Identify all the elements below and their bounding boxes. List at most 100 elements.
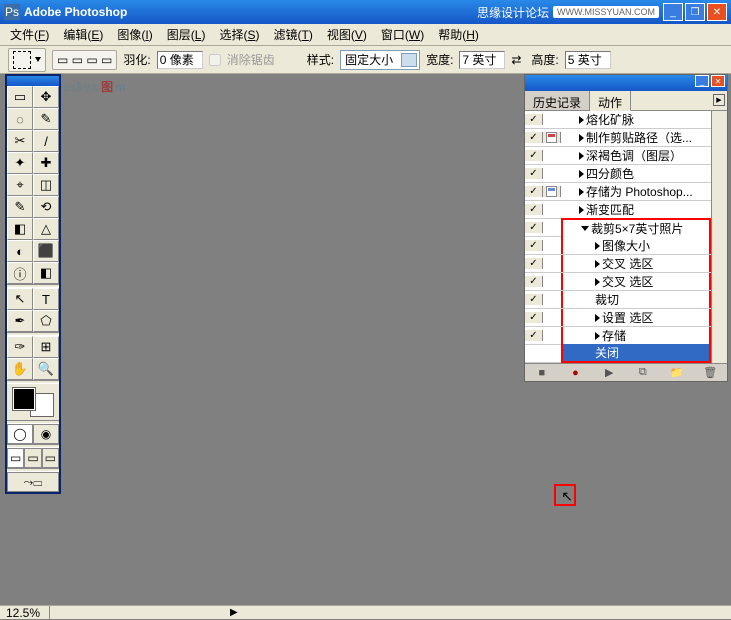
- action-row[interactable]: 关闭: [525, 345, 711, 363]
- disclosure-triangle-icon[interactable]: [595, 332, 600, 340]
- delete-button[interactable]: 🗑: [693, 366, 727, 379]
- tool-button-1[interactable]: ✥: [33, 86, 59, 108]
- new-action-button[interactable]: 📁: [660, 366, 694, 379]
- tool-button-8[interactable]: ⌖: [7, 174, 33, 196]
- tool-button-16[interactable]: ⓘ: [7, 262, 33, 284]
- edit-mode-quickmask[interactable]: ◉: [33, 424, 59, 444]
- height-input[interactable]: [565, 51, 611, 69]
- style-select[interactable]: 固定大小: [340, 50, 420, 70]
- panel-header[interactable]: _ ✕: [525, 75, 727, 91]
- toggle-checkbox[interactable]: [528, 330, 539, 341]
- width-input[interactable]: [459, 51, 505, 69]
- toggle-checkbox[interactable]: [528, 258, 539, 269]
- tool-button-4[interactable]: ✂: [7, 130, 33, 152]
- disclosure-triangle-icon[interactable]: [579, 206, 584, 214]
- minimize-button[interactable]: _: [663, 3, 683, 21]
- action-row[interactable]: 交叉 选区: [525, 255, 711, 273]
- tool-button-2[interactable]: ◌: [7, 108, 33, 130]
- disclosure-triangle-icon[interactable]: [579, 170, 584, 178]
- tab-history[interactable]: 历史记录: [525, 91, 590, 110]
- tool-button-6[interactable]: ✦: [7, 152, 33, 174]
- fg-swatch[interactable]: [13, 388, 35, 410]
- menu-image[interactable]: 图像(I): [111, 24, 158, 45]
- tool-button-3[interactable]: ✎: [33, 108, 59, 130]
- disclosure-triangle-icon[interactable]: [579, 116, 584, 124]
- tool-button-10[interactable]: ✎: [7, 196, 33, 218]
- tool-button-9[interactable]: ◫: [33, 174, 59, 196]
- action-row[interactable]: 存储为 Photoshop...: [525, 183, 711, 201]
- toolbox-header[interactable]: [7, 76, 59, 86]
- record-button[interactable]: ●: [559, 367, 593, 379]
- panel-close-button[interactable]: ✕: [711, 75, 725, 87]
- menu-file[interactable]: 文件(F): [4, 24, 55, 45]
- tab-actions[interactable]: 动作: [590, 91, 631, 111]
- tool-button-13[interactable]: △: [33, 218, 59, 240]
- action-row[interactable]: 设置 选区: [525, 309, 711, 327]
- disclosure-triangle-icon[interactable]: [579, 152, 584, 160]
- toggle-checkbox[interactable]: [528, 312, 539, 323]
- tool-button-7[interactable]: ✚: [33, 152, 59, 174]
- maximize-button[interactable]: ❐: [685, 3, 705, 21]
- disclosure-triangle-icon[interactable]: [579, 134, 584, 142]
- tool-button-14[interactable]: ◐: [7, 240, 33, 262]
- tool-button-0[interactable]: ▭: [7, 86, 33, 108]
- swap-dimensions-icon[interactable]: [511, 53, 525, 67]
- close-button[interactable]: ✕: [707, 3, 727, 21]
- dialog-toggle-icon[interactable]: [546, 132, 557, 143]
- action-row[interactable]: 裁切: [525, 291, 711, 309]
- jump-to-imageready[interactable]: ⤳▭: [7, 472, 59, 492]
- action-row[interactable]: 制作剪贴路径（选...: [525, 129, 711, 147]
- action-row[interactable]: 四分颜色: [525, 165, 711, 183]
- action-row[interactable]: 渐变匹配: [525, 201, 711, 219]
- panel-menu-button[interactable]: ▶: [713, 94, 725, 106]
- toggle-checkbox[interactable]: [528, 114, 539, 125]
- screen-mode-full[interactable]: ▭: [42, 448, 59, 468]
- tool-button-5[interactable]: /: [33, 130, 59, 152]
- tool-button-17[interactable]: ◧: [33, 262, 59, 284]
- edit-mode-standard[interactable]: ◯: [7, 424, 33, 444]
- disclosure-triangle-icon[interactable]: [595, 278, 600, 286]
- menu-view[interactable]: 视图(V): [321, 24, 373, 45]
- dialog-toggle-icon[interactable]: [546, 186, 557, 197]
- toggle-checkbox[interactable]: [528, 186, 539, 197]
- new-set-button[interactable]: ⧉: [626, 366, 660, 379]
- stop-button[interactable]: ■: [525, 367, 559, 379]
- toggle-checkbox[interactable]: [528, 294, 539, 305]
- tool-button-24[interactable]: ✋: [7, 358, 33, 380]
- tool-button-21[interactable]: ⬠: [33, 310, 59, 332]
- tool-button-15[interactable]: ⬛: [33, 240, 59, 262]
- tool-button-22[interactable]: ✑: [7, 336, 33, 358]
- menu-help[interactable]: 帮助(H): [432, 24, 485, 45]
- action-row[interactable]: 深褐色调（图层）: [525, 147, 711, 165]
- action-row[interactable]: 裁剪5×7英寸照片: [525, 219, 711, 237]
- toggle-checkbox[interactable]: [528, 204, 539, 215]
- menu-layer[interactable]: 图层(L): [161, 24, 212, 45]
- toggle-checkbox[interactable]: [528, 276, 539, 287]
- disclosure-triangle-icon[interactable]: [595, 314, 600, 322]
- menu-filter[interactable]: 滤镜(T): [267, 24, 318, 45]
- screen-mode-standard[interactable]: ▭: [7, 448, 24, 468]
- status-menu-icon[interactable]: ▶: [230, 607, 238, 618]
- menu-window[interactable]: 窗口(W): [375, 24, 430, 45]
- feather-input[interactable]: [157, 51, 203, 69]
- action-row[interactable]: 熔化矿脉: [525, 111, 711, 129]
- tool-button-18[interactable]: ↖: [7, 288, 33, 310]
- toggle-checkbox[interactable]: [528, 222, 539, 233]
- menu-select[interactable]: 选择(S): [213, 24, 265, 45]
- scrollbar[interactable]: [711, 111, 727, 363]
- tool-button-12[interactable]: ◧: [7, 218, 33, 240]
- action-row[interactable]: 交叉 选区: [525, 273, 711, 291]
- toggle-checkbox[interactable]: [528, 132, 539, 143]
- zoom-level[interactable]: 12.5%: [0, 606, 50, 620]
- panel-minimize-button[interactable]: _: [695, 75, 709, 87]
- action-row[interactable]: 存储: [525, 327, 711, 345]
- action-row[interactable]: 图像大小: [525, 237, 711, 255]
- disclosure-triangle-icon[interactable]: [581, 226, 589, 231]
- screen-mode-full-menu[interactable]: ▭: [24, 448, 41, 468]
- disclosure-triangle-icon[interactable]: [595, 242, 600, 250]
- tool-button-11[interactable]: ⟲: [33, 196, 59, 218]
- menu-edit[interactable]: 编辑(E): [57, 24, 109, 45]
- tool-button-20[interactable]: ✒: [7, 310, 33, 332]
- tool-button-23[interactable]: ⊞: [33, 336, 59, 358]
- tool-preset-well[interactable]: [8, 48, 46, 72]
